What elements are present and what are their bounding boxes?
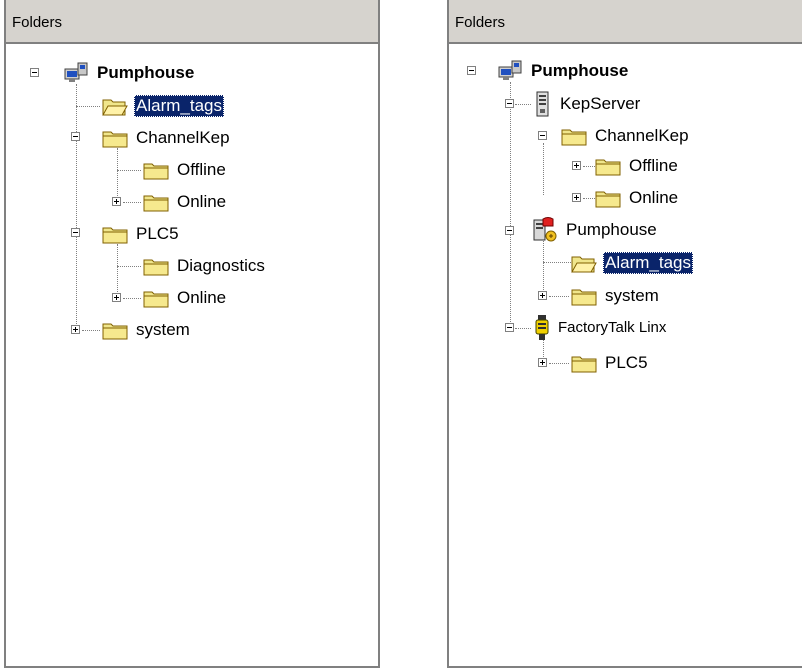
collapse-toggle[interactable]	[538, 131, 547, 140]
collapse-toggle[interactable]	[505, 99, 514, 108]
folder-icon	[595, 191, 621, 208]
collapse-toggle[interactable]	[71, 228, 80, 237]
folder-icon	[571, 289, 597, 306]
tree-line	[76, 84, 77, 330]
tree-line	[117, 148, 118, 202]
node-label: PLC5	[605, 353, 648, 372]
node-label: ChannelKep	[136, 128, 230, 147]
folder-icon	[102, 131, 128, 148]
node-label: PLC5	[136, 224, 179, 243]
tree-node-system[interactable]: system	[101, 316, 192, 344]
folder-icon	[143, 259, 169, 276]
tree-node-channelkep[interactable]: ChannelKep	[560, 122, 691, 150]
node-label: Pumphouse	[97, 63, 195, 82]
node-label: system	[136, 320, 190, 339]
node-label: system	[605, 286, 659, 305]
network-computer-icon	[64, 62, 88, 82]
tree-node-diagnostics[interactable]: Diagnostics	[142, 252, 267, 280]
expand-toggle[interactable]	[572, 161, 581, 170]
collapse-toggle[interactable]	[71, 132, 80, 141]
folder-tree-left: Pumphouse Alarm_tags ChannelKep Offline …	[6, 0, 378, 666]
tree-node-offline[interactable]: Offline	[594, 152, 680, 180]
folder-icon	[143, 195, 169, 212]
tree-node-plc5[interactable]: PLC5	[570, 349, 650, 377]
folder-tree-right: Pumphouse KepServer ChannelKep Offline O…	[449, 0, 802, 666]
collapse-toggle[interactable]	[30, 68, 39, 77]
alarm-server-icon	[533, 217, 557, 242]
tree-node-channelkep[interactable]: ChannelKep	[101, 124, 232, 152]
node-label: ChannelKep	[595, 126, 689, 145]
node-label: Alarm_tags	[134, 95, 224, 117]
tree-line	[543, 143, 544, 195]
node-label: Alarm_tags	[603, 252, 693, 274]
tree-node-pumphouse-root[interactable]: Pumphouse	[496, 57, 630, 85]
open-folder-icon	[571, 256, 597, 273]
tree-line	[123, 298, 141, 299]
node-label: Online	[177, 192, 227, 211]
tree-line	[515, 104, 531, 105]
expand-toggle[interactable]	[572, 193, 581, 202]
tree-node-alarm-tags[interactable]: Alarm_tags	[570, 249, 693, 277]
tree-node-pumphouse-root[interactable]: Pumphouse	[62, 59, 196, 87]
tree-line	[510, 82, 511, 322]
folder-icon	[143, 163, 169, 180]
node-label: Offline	[177, 160, 226, 179]
folder-icon	[143, 291, 169, 308]
tree-node-online[interactable]: Online	[594, 184, 680, 212]
factorytalk-linx-icon	[535, 315, 549, 340]
node-label: KepServer	[560, 94, 641, 113]
folders-panel-left: Folders Pumphouse Alarm_tags ChannelKep …	[4, 0, 380, 668]
collapse-toggle[interactable]	[505, 323, 514, 332]
network-computer-icon	[498, 60, 522, 80]
node-label: FactoryTalk Linx	[558, 319, 667, 336]
folder-icon	[102, 227, 128, 244]
collapse-toggle[interactable]	[467, 66, 476, 75]
tree-line	[117, 170, 141, 171]
tree-line	[543, 262, 571, 263]
tree-node-alarm-tags[interactable]: Alarm_tags	[101, 92, 224, 120]
tree-line	[76, 106, 100, 107]
node-label: Diagnostics	[177, 256, 265, 275]
tree-node-online[interactable]: Online	[142, 188, 228, 216]
tree-line	[549, 363, 569, 364]
expand-toggle[interactable]	[71, 325, 80, 334]
folder-icon	[571, 356, 597, 373]
folder-icon	[102, 323, 128, 340]
folder-icon	[595, 159, 621, 176]
open-folder-icon	[102, 99, 128, 116]
expand-toggle[interactable]	[538, 358, 547, 367]
expand-toggle[interactable]	[538, 291, 547, 300]
collapse-toggle[interactable]	[505, 226, 514, 235]
node-label: Pumphouse	[531, 61, 629, 80]
tree-line	[549, 296, 569, 297]
tree-line	[117, 244, 118, 298]
tree-line	[515, 328, 531, 329]
node-label: Offline	[629, 156, 678, 175]
tree-node-kepserver[interactable]: KepServer	[533, 90, 642, 118]
tree-node-factorytalk-linx[interactable]: FactoryTalk Linx	[533, 314, 668, 342]
tree-line	[543, 238, 544, 298]
expand-toggle[interactable]	[112, 293, 121, 302]
expand-toggle[interactable]	[112, 197, 121, 206]
tree-node-plc5[interactable]: PLC5	[101, 220, 181, 248]
tree-node-pumphouse-area[interactable]: Pumphouse	[531, 216, 659, 244]
tree-node-offline[interactable]: Offline	[142, 156, 228, 184]
node-label: Pumphouse	[566, 220, 657, 239]
folder-icon	[561, 129, 587, 146]
server-icon	[536, 91, 549, 117]
tree-node-online[interactable]: Online	[142, 284, 228, 312]
node-label: Online	[629, 188, 679, 207]
node-label: Online	[177, 288, 227, 307]
folders-panel-right: Folders Pumphouse KepServer ChannelKep O…	[447, 0, 802, 668]
tree-line	[82, 330, 100, 331]
tree-line	[123, 202, 141, 203]
tree-node-system[interactable]: system	[570, 282, 661, 310]
tree-line	[117, 266, 141, 267]
